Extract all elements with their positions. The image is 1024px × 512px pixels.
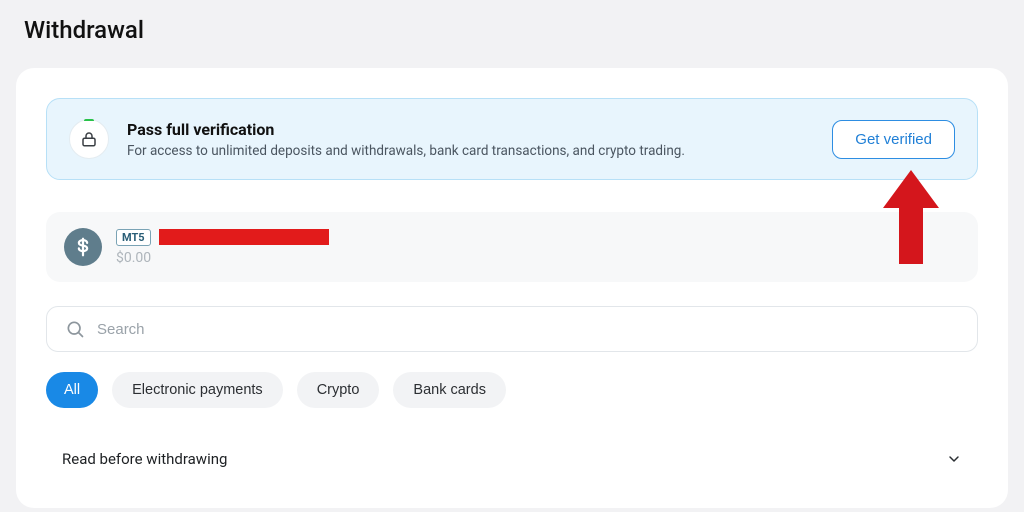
verification-text: Pass full verification For access to unl… — [127, 120, 814, 159]
get-verified-button[interactable]: Get verified — [832, 120, 955, 159]
verification-subtitle: For access to unlimited deposits and wit… — [127, 143, 814, 159]
page-title: Withdrawal — [0, 0, 1024, 56]
lock-icon — [69, 119, 109, 159]
platform-badge: MT5 — [116, 229, 151, 246]
account-row[interactable]: MT5 $0.00 — [46, 212, 978, 282]
dollar-icon — [64, 228, 102, 266]
verification-alert: Pass full verification For access to unl… — [46, 98, 978, 180]
search-input[interactable] — [97, 321, 959, 338]
main-card: Pass full verification For access to unl… — [16, 68, 1008, 508]
redacted-account-id — [159, 229, 329, 245]
filter-chip-all[interactable]: All — [46, 372, 98, 408]
chevron-down-icon — [946, 451, 962, 467]
account-top-row: MT5 — [116, 229, 329, 246]
accordion-label: Read before withdrawing — [62, 450, 227, 468]
account-balance: $0.00 — [116, 250, 329, 266]
filter-chip-crypto[interactable]: Crypto — [297, 372, 380, 408]
search-field-wrap[interactable] — [46, 306, 978, 352]
filter-chips: All Electronic payments Crypto Bank card… — [46, 372, 978, 408]
withdrawal-page: Withdrawal Pass full verification For ac… — [0, 0, 1024, 512]
read-before-withdrawing-accordion[interactable]: Read before withdrawing — [46, 436, 978, 468]
verification-title: Pass full verification — [127, 120, 814, 139]
search-icon — [65, 319, 85, 339]
filter-chip-electronic[interactable]: Electronic payments — [112, 372, 283, 408]
account-meta: MT5 $0.00 — [116, 229, 329, 266]
filter-chip-bank[interactable]: Bank cards — [393, 372, 506, 408]
